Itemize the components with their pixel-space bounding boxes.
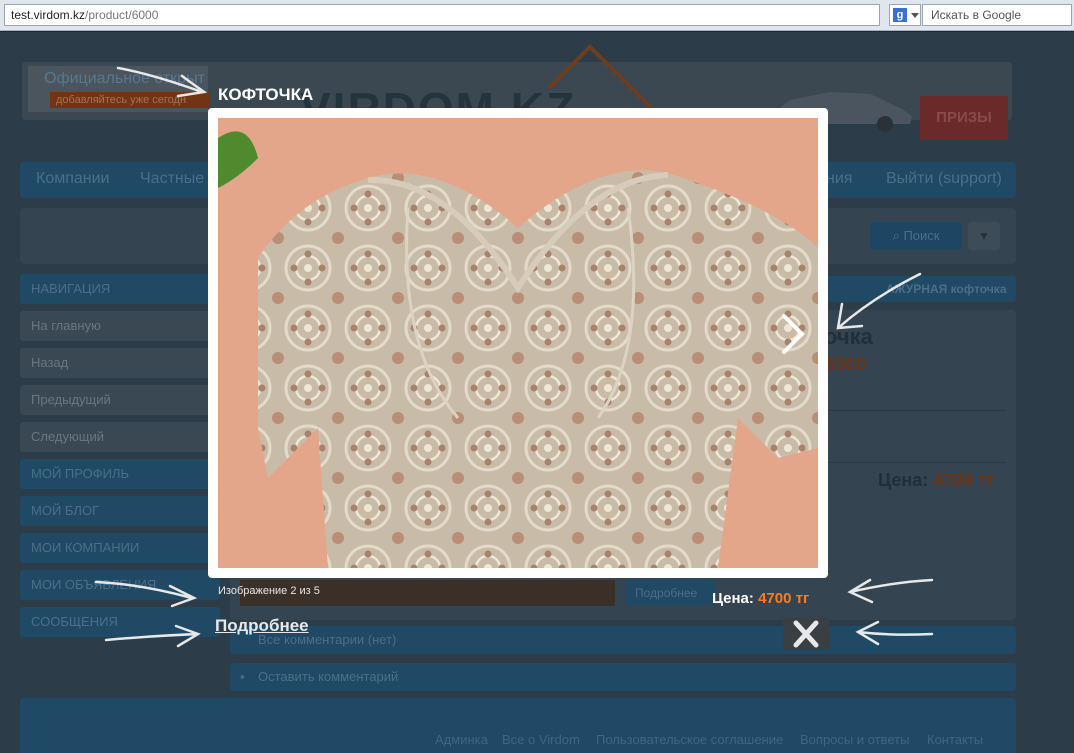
footer-link-admin[interactable]: Админка [435, 732, 488, 747]
close-button[interactable] [783, 618, 829, 650]
sidebar-item-back[interactable]: Назад [20, 348, 220, 378]
divider [826, 462, 1006, 463]
lightbox-price: Цена: 4700 тг [712, 590, 809, 607]
google-icon: g [893, 8, 907, 22]
chevron-down-icon: ▼ [978, 229, 990, 243]
sidebar-item-home[interactable]: На главную [20, 311, 220, 341]
annotation-arrow-icon [116, 66, 208, 98]
lightbox-more-link[interactable]: Подробнее [215, 616, 309, 636]
sidebar-item-companies[interactable]: МОИ КОМПАНИИ [20, 533, 220, 563]
nav-item-companies[interactable]: Компании [36, 170, 110, 188]
price-label: Цена: [878, 470, 929, 490]
annotation-arrow-icon [847, 578, 934, 604]
next-image-button[interactable] [778, 312, 808, 356]
crochet-top-image [218, 118, 818, 568]
search-button-label: Поиск [903, 228, 940, 243]
footer-link-faq[interactable]: Вопросы и ответы [800, 732, 909, 747]
browser-search-input[interactable]: Искать в Google [922, 4, 1072, 26]
chevron-down-icon [911, 13, 919, 18]
details-button[interactable]: Подробнее [625, 580, 715, 606]
price-value: 4700 тг [933, 470, 995, 490]
close-icon [793, 620, 819, 648]
url-host: test.virdom.kz [11, 8, 86, 22]
sidebar-item-profile[interactable]: МОЙ ПРОФИЛЬ [20, 459, 220, 489]
leave-comment-label: Оставить комментарий [258, 669, 399, 684]
annotation-arrow-icon [94, 580, 198, 608]
lightbox-title: КОФТОЧКА [218, 85, 314, 104]
prize-banner[interactable]: ПРИЗЫ [920, 96, 1008, 140]
lightbox-price-label: Цена: [712, 590, 754, 607]
divider [826, 410, 1006, 411]
annotation-arrow-icon [104, 624, 201, 648]
footer-link-contacts[interactable]: Контакты [927, 732, 983, 747]
search-icon: ⌕ [892, 228, 904, 243]
nav-item-private[interactable]: Частные [140, 170, 204, 188]
sidebar-navigation-header[interactable]: НАВИГАЦИЯ [20, 274, 220, 304]
footer-link-about[interactable]: Все о Virdom [502, 732, 580, 747]
image-counter: Изображение 2 из 5 [218, 585, 320, 597]
sidebar-item-next[interactable]: Следующий [20, 422, 220, 452]
product-photo[interactable] [218, 118, 818, 568]
url-path: /product/6000 [85, 8, 159, 22]
address-bar[interactable]: test.virdom.kz/product/6000 [4, 4, 880, 26]
footer-link-agreement[interactable]: Пользовательское соглашение [596, 732, 783, 747]
nav-item-logout[interactable]: Выйти (support) [886, 170, 1002, 188]
annotation-arrow-icon [855, 620, 934, 646]
browser-toolbar: test.virdom.kz/product/6000 g Искать в G… [0, 0, 1074, 31]
chevron-right-icon [782, 314, 805, 354]
leave-comment-bar[interactable]: ▪ Оставить комментарий [230, 663, 1016, 691]
nav-item-ads[interactable]: ния [826, 170, 852, 188]
comment-icon: ▪ [240, 669, 245, 684]
annotation-arrow-icon [836, 272, 922, 330]
lightbox-price-value: 4700 тг [758, 590, 810, 607]
product-id: 6000 [826, 354, 867, 374]
product-price: Цена: 4700 тг [878, 470, 995, 491]
sidebar-item-blog[interactable]: МОЙ БЛОГ [20, 496, 220, 526]
expand-button[interactable]: ▼ [968, 222, 1000, 250]
sidebar-item-previous[interactable]: Предыдущий [20, 385, 220, 415]
search-engine-selector[interactable]: g [889, 4, 921, 26]
search-button[interactable]: ⌕ Поиск [870, 222, 962, 250]
